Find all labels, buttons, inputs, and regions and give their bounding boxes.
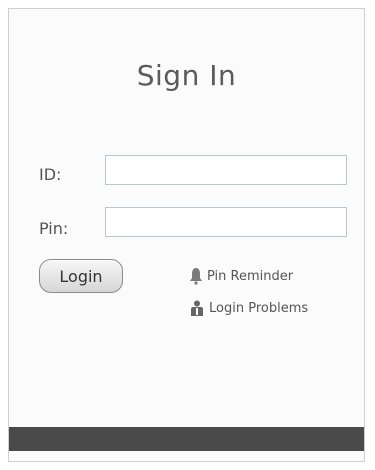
login-problems-link[interactable]: Login Problems (189, 299, 308, 317)
sign-in-card: Sign In ID: Pin: Login Pin Reminder Logi… (8, 8, 365, 462)
bell-icon (189, 267, 203, 285)
pin-reminder-link[interactable]: Pin Reminder (189, 267, 293, 285)
login-problems-label: Login Problems (209, 300, 309, 316)
page-title: Sign In (136, 59, 237, 92)
login-button[interactable]: Login (39, 259, 123, 293)
id-input[interactable] (105, 155, 347, 185)
id-label: ID: (39, 165, 62, 184)
footer-bar (9, 427, 364, 451)
user-icon (189, 299, 205, 317)
pin-label: Pin: (39, 219, 69, 238)
pin-reminder-label: Pin Reminder (207, 268, 294, 284)
pin-input[interactable] (105, 207, 347, 237)
